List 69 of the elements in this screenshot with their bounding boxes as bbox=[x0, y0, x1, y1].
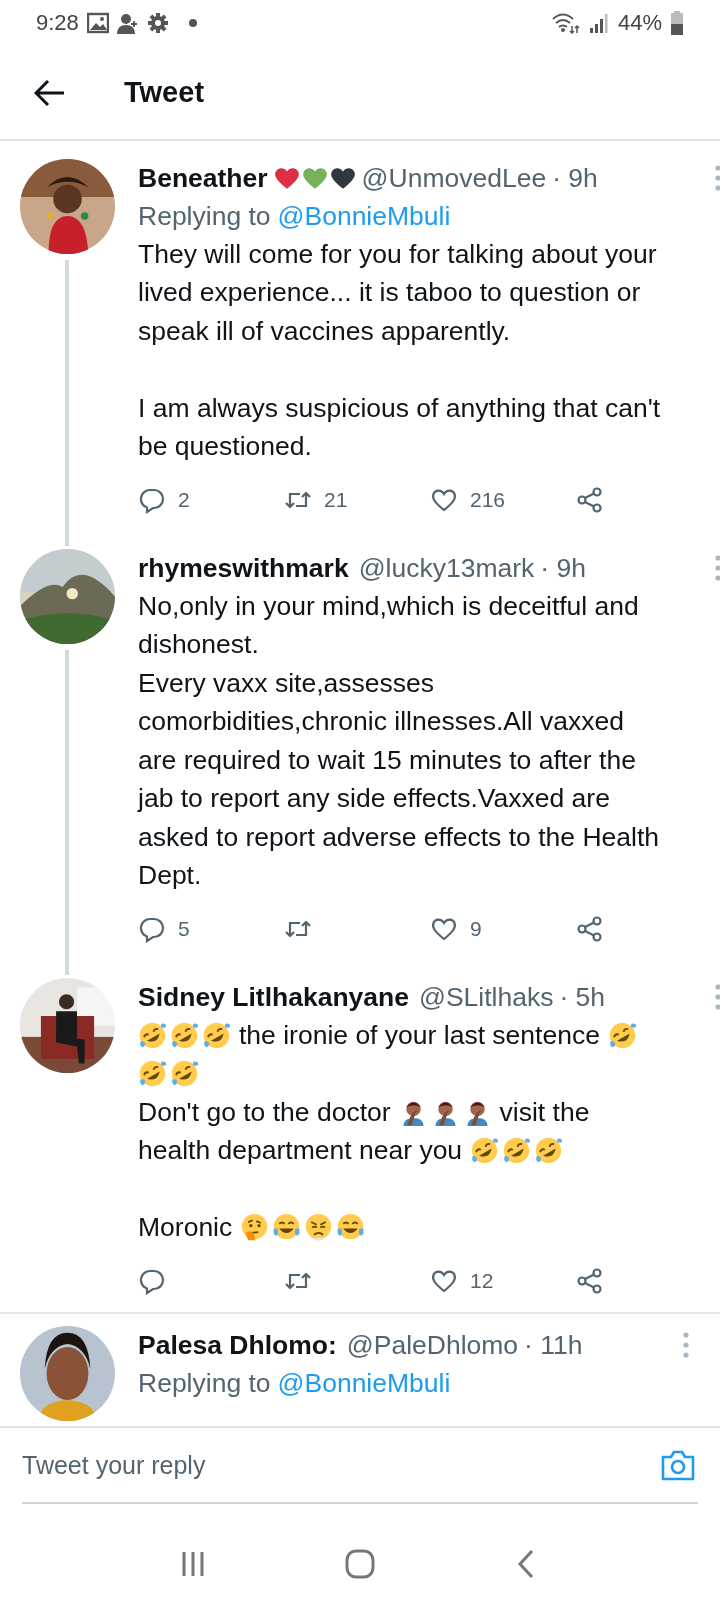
tweet-text: No,only in your mind,which is deceitful and bbox=[138, 590, 639, 622]
tweet-text: Moronic bbox=[138, 1212, 233, 1244]
replying-to-label: Replying to bbox=[138, 200, 271, 232]
dot-icon bbox=[188, 19, 197, 27]
share-icon bbox=[576, 1267, 604, 1295]
clock-time: 9:28 bbox=[36, 10, 79, 36]
thinking-emoji-icon bbox=[240, 1213, 270, 1243]
like-button[interactable]: 216 bbox=[430, 484, 576, 516]
image-icon bbox=[86, 12, 109, 34]
share-icon bbox=[576, 486, 604, 514]
user-name[interactable]: Palesa Dhlomo: bbox=[138, 1329, 337, 1361]
tweet-time: · 5h bbox=[559, 981, 606, 1013]
tweet-text: asked to report adverse effects to the Health bbox=[138, 821, 659, 853]
rolling-laughing-emoji-icon bbox=[534, 1136, 564, 1166]
rolling-laughing-emoji-icon bbox=[502, 1136, 532, 1166]
tweet-text: health department near you bbox=[138, 1135, 463, 1167]
tweet-text: Every vaxx site,assesses bbox=[138, 667, 435, 699]
reply-icon bbox=[138, 1267, 166, 1295]
tweet-text: They will come for you for talking about your bbox=[138, 238, 657, 270]
user-handle[interactable]: @SLitlhaks bbox=[419, 981, 554, 1013]
tweet-text: visit the bbox=[499, 1096, 590, 1128]
reply-field[interactable]: Tweet your reply bbox=[22, 1450, 660, 1480]
camera-icon[interactable] bbox=[660, 1448, 696, 1482]
tweet-time: · 11h bbox=[524, 1329, 583, 1361]
reply-button[interactable]: 2 bbox=[138, 484, 284, 516]
rolling-laughing-emoji-icon bbox=[138, 1059, 167, 1089]
rolling-laughing-emoji-icon bbox=[202, 1020, 231, 1050]
tweet-time: · 9h bbox=[540, 552, 586, 584]
battery-percent: 44% bbox=[617, 10, 662, 36]
tweet-text: dishonest. bbox=[138, 629, 259, 661]
user-handle[interactable]: @UnmovedLee bbox=[361, 162, 547, 194]
user-name[interactable]: rhymeswithmark bbox=[138, 552, 349, 584]
rolling-laughing-emoji-icon bbox=[170, 1059, 199, 1089]
wifi-icon bbox=[551, 12, 580, 34]
user-handle[interactable]: @lucky13mark bbox=[358, 552, 535, 584]
rolling-laughing-emoji-icon bbox=[170, 1020, 199, 1050]
back-arrow-icon[interactable] bbox=[34, 78, 66, 107]
tweet-text: are required to wait 15 minutes to after the bbox=[138, 744, 636, 776]
rolling-laughing-emoji-icon bbox=[607, 1020, 637, 1050]
share-icon bbox=[576, 915, 604, 943]
like-button[interactable]: 12 bbox=[430, 1265, 576, 1297]
battery-icon bbox=[670, 11, 684, 35]
retweet-button[interactable]: 21 bbox=[284, 484, 430, 516]
rolling-laughing-emoji-icon bbox=[138, 1020, 167, 1050]
tweet-text: Dept. bbox=[138, 860, 202, 892]
tweet-text: I am always suspicious of anything that can't bbox=[138, 392, 661, 424]
reply-icon bbox=[138, 915, 166, 943]
tweet-text: lived experience... it is taboo to question or bbox=[138, 277, 641, 309]
like-button[interactable]: 9 bbox=[430, 913, 576, 945]
settings-icon bbox=[146, 12, 169, 34]
tweet-text: the ironie of your last sentence bbox=[239, 1019, 600, 1051]
replying-to-label: Replying to bbox=[138, 1367, 271, 1399]
tweet-text: speak ill of vaccines apparently. bbox=[138, 315, 511, 347]
tweet-time: · 9h bbox=[552, 162, 598, 194]
user-name[interactable]: Beneather bbox=[138, 162, 268, 194]
steam-face-emoji-icon bbox=[304, 1213, 334, 1243]
rolling-laughing-emoji-icon bbox=[470, 1136, 500, 1166]
reply-button[interactable]: 5 bbox=[138, 913, 284, 945]
user-name[interactable]: Sidney Litlhakanyane bbox=[138, 981, 409, 1013]
reply-icon bbox=[138, 486, 166, 514]
tweet-text: comorbidities,chronic illnesses.All vaxxed bbox=[138, 706, 625, 738]
tweet-text: be questioned. bbox=[138, 431, 312, 463]
home-icon[interactable] bbox=[343, 1547, 377, 1581]
tweet-text: Don't go to the doctor bbox=[138, 1096, 391, 1128]
person-add-icon bbox=[116, 12, 139, 34]
user-handle[interactable]: @PaleDhlomo bbox=[346, 1329, 519, 1361]
signal-icon bbox=[587, 12, 610, 34]
tweet-text: jab to report any side effects.Vaxxed are bbox=[138, 783, 610, 815]
page-title: Tweet bbox=[124, 76, 205, 109]
